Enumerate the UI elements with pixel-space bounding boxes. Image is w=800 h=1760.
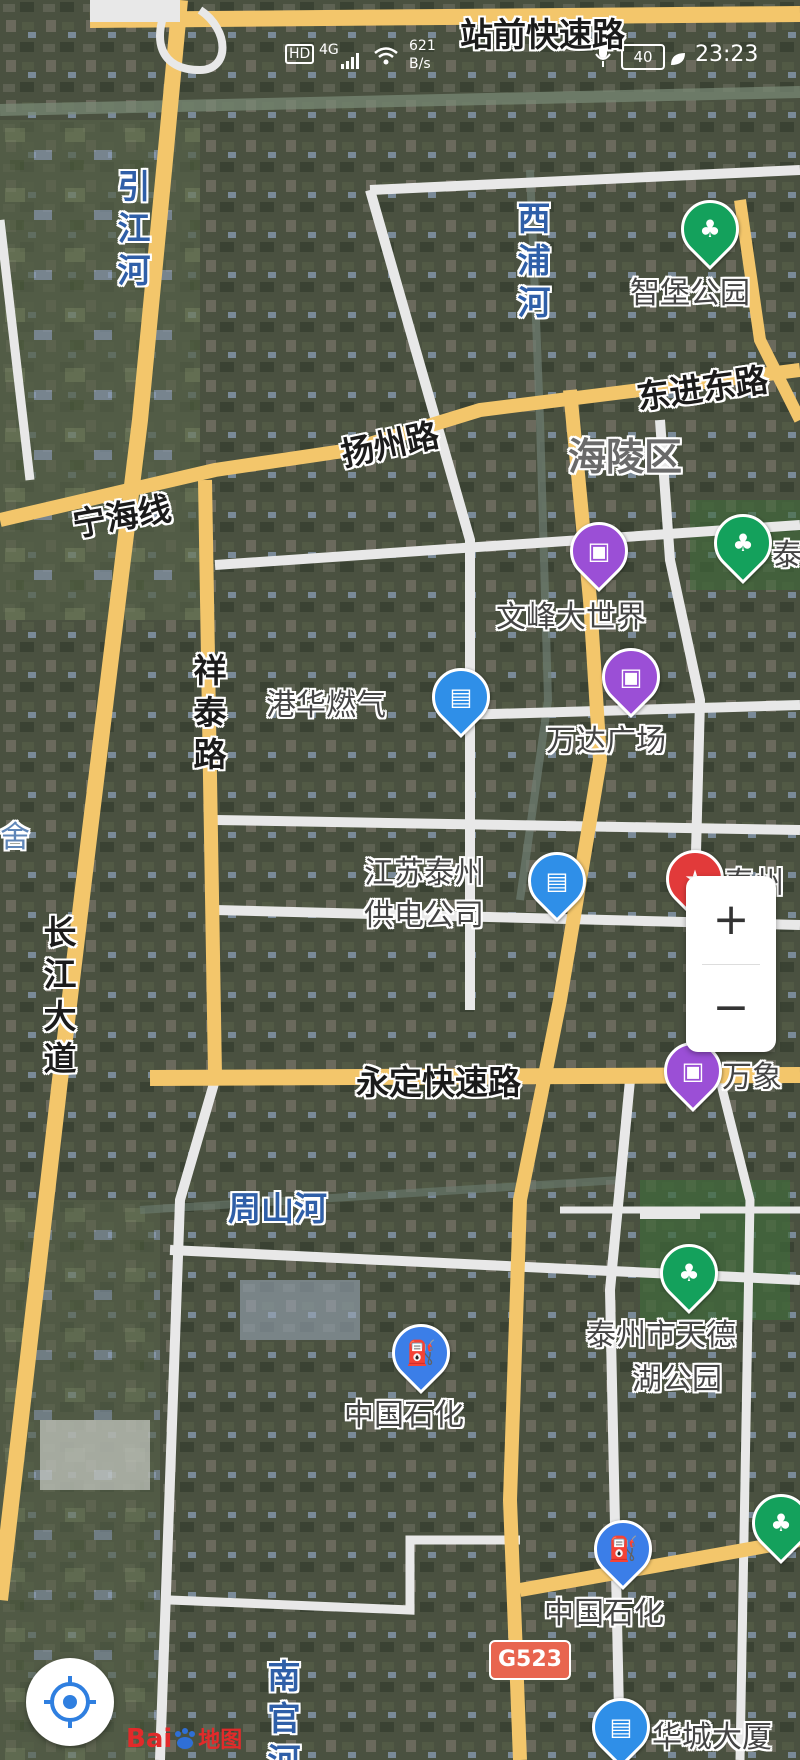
water-label-nanguan[interactable]: 南官河 [264, 1656, 304, 1760]
map-canvas[interactable]: HD 4G 621 B/s 40 23:23 站前快速路 东进东路 扬州路 宁海… [0, 0, 800, 1760]
water-label-zhoushan[interactable]: 周山河 [228, 1182, 327, 1230]
zoom-control: + − [686, 876, 776, 1052]
wifi-icon [373, 46, 399, 66]
hd-badge: HD [285, 44, 315, 64]
tree-icon: ♣ [678, 1259, 700, 1287]
poi-label-sinopec-2[interactable]: 中国石化 [544, 1588, 664, 1632]
clock: 23:23 [695, 42, 759, 67]
highway-shield-g523[interactable]: G523 [489, 1640, 571, 1680]
locate-button[interactable] [26, 1658, 114, 1746]
zoom-in-button[interactable]: + [686, 876, 776, 964]
tree-icon: ♣ [770, 1509, 792, 1537]
water-label-xipu[interactable]: 西浦河 [514, 198, 554, 324]
poi-label-left-edge[interactable]: 舍 [0, 812, 30, 856]
net-speed-unit: B/s [409, 56, 431, 72]
road-label-xiangtai[interactable]: 祥泰路 [190, 650, 230, 776]
shopping-bag-icon: ▣ [587, 537, 611, 565]
shopping-bag-icon: ▣ [681, 1057, 705, 1085]
road-label-yongding[interactable]: 永定快速路 [356, 1056, 521, 1104]
district-label-hailing[interactable]: 海陵区 [568, 426, 682, 481]
poi-label-wenfeng[interactable]: 文峰大世界 [496, 592, 646, 636]
road-label-changjiang[interactable]: 长江大道 [40, 912, 80, 1080]
logo-text: Bai [126, 1724, 173, 1754]
net-speed-value: 621 [409, 38, 436, 54]
poi-label-tiande-1[interactable]: 泰州市天德 [586, 1310, 736, 1354]
building-icon: ▤ [609, 1713, 633, 1741]
signal-label: 4G [319, 42, 339, 58]
building-icon: ▤ [545, 867, 569, 895]
tree-icon: ♣ [699, 215, 721, 243]
logo-map-label: 地图 [198, 1728, 243, 1753]
baidu-map-logo: Bai 地图 [126, 1722, 242, 1754]
poi-label-power-1[interactable]: 江苏泰州 [364, 848, 484, 892]
crosshair-icon [44, 1676, 96, 1728]
tree-icon: ♣ [732, 529, 754, 557]
poi-label-wanda[interactable]: 万达广场 [546, 716, 666, 760]
poi-label-tai-partial[interactable]: 泰 [772, 530, 800, 574]
poi-label-ganghua[interactable]: 港华燃气 [266, 680, 386, 724]
fuel-pump-icon: ⛽ [608, 1535, 638, 1563]
poi-label-wanxiang-partial[interactable]: 万象 [722, 1052, 782, 1096]
poi-label-tiande-2[interactable]: 湖公园 [632, 1354, 722, 1398]
zoom-out-button[interactable]: − [686, 964, 776, 1052]
signal-icon [341, 50, 361, 69]
road-label-zhanqian[interactable]: 站前快速路 [460, 8, 625, 56]
water-label-yinjiang[interactable]: 引江河 [114, 166, 154, 292]
paw-icon [172, 1727, 198, 1749]
shopping-bag-icon: ▣ [619, 663, 643, 691]
leaf-icon [669, 48, 687, 65]
poi-label-sinopec-1[interactable]: 中国石化 [344, 1390, 464, 1434]
building-icon: ▤ [449, 683, 473, 711]
poi-label-power-2[interactable]: 供电公司 [364, 890, 484, 934]
poi-label-zhibao[interactable]: 智堡公园 [630, 268, 750, 312]
poi-label-bottom-partial[interactable]: 华城大厦 [652, 1712, 772, 1756]
battery-icon: 40 [621, 44, 665, 70]
fuel-pump-icon: ⛽ [406, 1339, 436, 1367]
